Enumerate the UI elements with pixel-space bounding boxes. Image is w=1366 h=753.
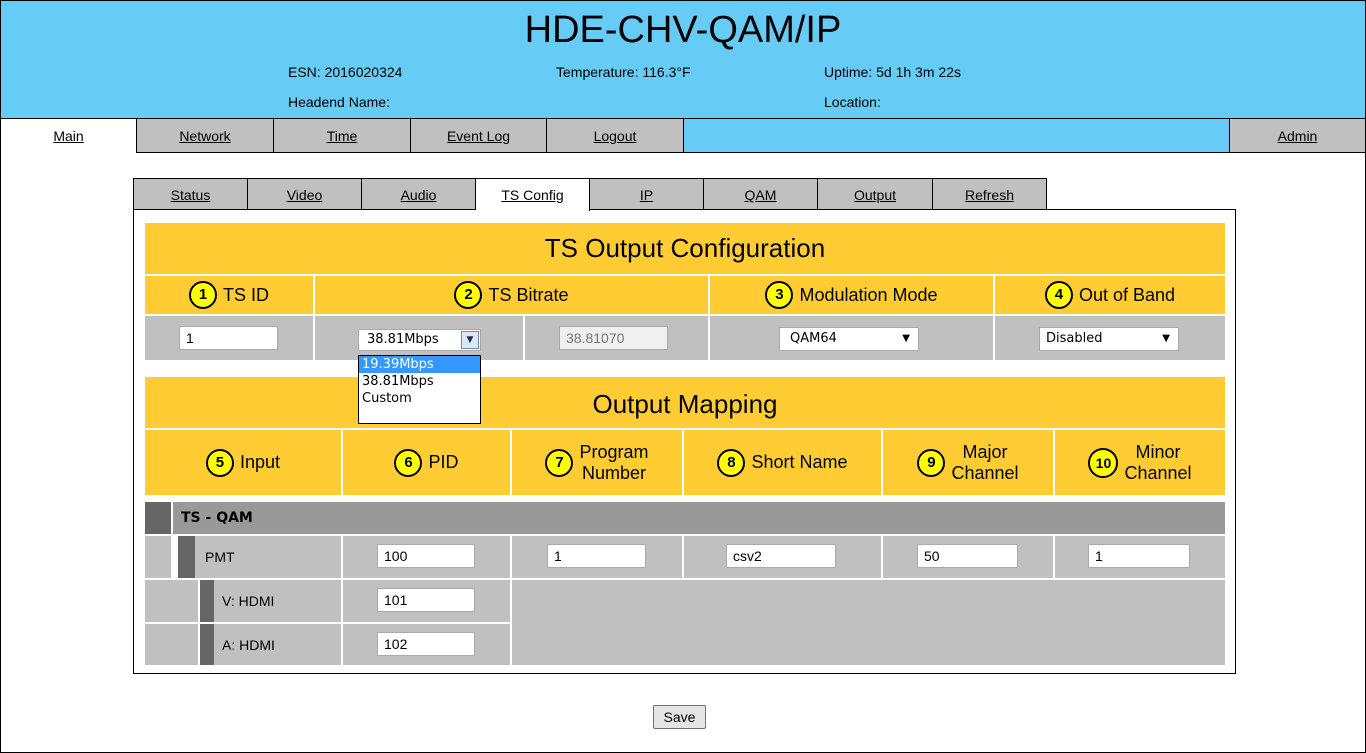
short-name-col-label: Short Name bbox=[751, 452, 848, 472]
minor-col-header: 10 Minor Channel bbox=[1055, 430, 1225, 495]
video-pid-input[interactable] bbox=[377, 588, 475, 612]
minor-col-label-line2: Channel bbox=[1124, 462, 1192, 483]
tab-audio[interactable]: Audio bbox=[362, 178, 476, 210]
badge-6: 6 bbox=[394, 448, 423, 477]
major-col-header: 9 Major Channel bbox=[883, 430, 1053, 495]
tab-status[interactable]: Status bbox=[133, 178, 248, 210]
tab-qam[interactable]: QAM bbox=[704, 178, 818, 210]
video-label: V: HDMI bbox=[214, 580, 341, 622]
pmt-label: PMT bbox=[195, 536, 341, 578]
badge-3: 3 bbox=[765, 281, 794, 309]
video-marker bbox=[200, 580, 214, 622]
bitrate-option-38-81[interactable]: 38.81Mbps bbox=[359, 373, 480, 390]
badge-10: 10 bbox=[1088, 447, 1119, 478]
tab-video[interactable]: Video bbox=[248, 178, 362, 210]
temperature-label: Temperature: 116.3°F bbox=[556, 64, 691, 80]
badge-7: 7 bbox=[545, 448, 574, 477]
oob-select[interactable]: Disabled ▼ bbox=[1039, 327, 1179, 351]
save-button[interactable]: Save bbox=[653, 705, 706, 729]
input-col-label: Input bbox=[239, 452, 281, 472]
badge-9: 9 bbox=[917, 448, 946, 477]
bitrate-dropdown-list: 19.39Mbps 38.81Mbps Custom bbox=[358, 355, 481, 424]
ts-id-header: 1 TS ID bbox=[145, 276, 313, 314]
audio-marker bbox=[200, 624, 214, 665]
location-label: Location: bbox=[824, 94, 881, 110]
ts-id-label: TS ID bbox=[222, 284, 269, 305]
tab-refresh[interactable]: Refresh bbox=[933, 178, 1047, 210]
ts-bitrate-label: TS Bitrate bbox=[488, 284, 569, 305]
chevron-down-icon[interactable]: ▼ bbox=[461, 331, 479, 349]
chevron-down-icon: ▼ bbox=[902, 333, 910, 344]
nav-admin[interactable]: Admin bbox=[1229, 119, 1365, 153]
es-empty-area bbox=[512, 580, 1225, 665]
bitrate-select[interactable]: 38.81Mbps ▼ bbox=[358, 329, 481, 351]
nav-spacer bbox=[684, 119, 1229, 153]
program-col-header: 7 Program Number bbox=[512, 430, 682, 495]
program-col-label-line1: Program bbox=[579, 441, 649, 462]
ts-id-input[interactable] bbox=[179, 326, 278, 350]
modulation-selected-value: QAM64 bbox=[790, 331, 837, 346]
oob-selected-value: Disabled bbox=[1046, 331, 1103, 346]
ts-output-title-bar: TS Output Configuration bbox=[145, 223, 1225, 274]
modulation-select[interactable]: QAM64 ▼ bbox=[779, 327, 919, 351]
pmt-major-input[interactable] bbox=[917, 544, 1018, 568]
mapping-title-bar: Output Mapping bbox=[145, 377, 1225, 428]
oob-label: Out of Band bbox=[1078, 284, 1176, 305]
program-col-label-line2: Number bbox=[581, 462, 647, 483]
audio-indent-cell bbox=[145, 624, 198, 665]
badge-2: 2 bbox=[454, 281, 483, 309]
pmt-short-name-input[interactable] bbox=[726, 544, 836, 568]
pid-col-header: 6 PID bbox=[343, 430, 510, 495]
audio-label: A: HDMI bbox=[214, 624, 341, 665]
badge-4: 4 bbox=[1044, 281, 1073, 309]
pmt-indent-cell bbox=[145, 536, 171, 578]
video-indent-cell bbox=[145, 580, 198, 622]
nav-time[interactable]: Time bbox=[274, 119, 411, 153]
pmt-program-input[interactable] bbox=[547, 544, 646, 568]
major-col-label-line2: Channel bbox=[951, 462, 1019, 483]
ts-output-title: TS Output Configuration bbox=[544, 233, 826, 263]
pmt-marker bbox=[178, 536, 195, 578]
mapping-title: Output Mapping bbox=[592, 389, 778, 419]
pmt-pid-input[interactable] bbox=[377, 544, 475, 568]
input-col-header: 5 Input bbox=[145, 430, 341, 495]
nav-event-log[interactable]: Event Log bbox=[411, 119, 547, 153]
pid-col-label: PID bbox=[428, 452, 459, 472]
ts-bitrate-header: 2 TS Bitrate bbox=[315, 276, 708, 314]
main-nav: Main Network Time Event Log Logout Admin bbox=[1, 118, 1365, 153]
badge-5: 5 bbox=[205, 448, 234, 477]
nav-logout[interactable]: Logout bbox=[547, 119, 684, 153]
uptime-label: Uptime: 5d 1h 3m 22s bbox=[824, 64, 961, 80]
bitrate-selected-value: 38.81Mbps bbox=[367, 332, 439, 347]
device-title: HDE-CHV-QAM/IP bbox=[524, 9, 842, 51]
short-name-col-header: 8 Short Name bbox=[684, 430, 881, 495]
headend-name-label: Headend Name: bbox=[288, 94, 390, 110]
badge-8: 8 bbox=[717, 448, 746, 477]
nav-network[interactable]: Network bbox=[137, 119, 274, 153]
bitrate-custom-input[interactable] bbox=[559, 326, 668, 350]
major-col-label-line1: Major bbox=[962, 441, 1008, 462]
audio-pid-input[interactable] bbox=[377, 632, 475, 656]
bitrate-option-19-39[interactable]: 19.39Mbps bbox=[359, 356, 480, 373]
tab-output[interactable]: Output bbox=[818, 178, 933, 210]
modulation-header: 3 Modulation Mode bbox=[710, 276, 993, 314]
modulation-label: Modulation Mode bbox=[799, 284, 938, 305]
bitrate-option-custom[interactable]: Custom bbox=[359, 390, 480, 407]
minor-col-label-line1: Minor bbox=[1135, 441, 1181, 462]
nav-main[interactable]: Main bbox=[1, 119, 137, 153]
group-ts-qam: TS - QAM bbox=[173, 502, 1225, 534]
group-marker bbox=[145, 502, 171, 534]
badge-1: 1 bbox=[188, 281, 217, 309]
device-header: HDE-CHV-QAM/IP ESN: 2016020324 Temperatu… bbox=[1, 1, 1365, 118]
pmt-minor-input[interactable] bbox=[1088, 544, 1190, 568]
tab-ts-config[interactable]: TS Config bbox=[476, 178, 590, 211]
oob-header: 4 Out of Band bbox=[995, 276, 1225, 314]
tab-ip[interactable]: IP bbox=[590, 178, 704, 210]
chevron-down-icon: ▼ bbox=[1162, 333, 1170, 344]
esn-label: ESN: 2016020324 bbox=[288, 64, 403, 80]
